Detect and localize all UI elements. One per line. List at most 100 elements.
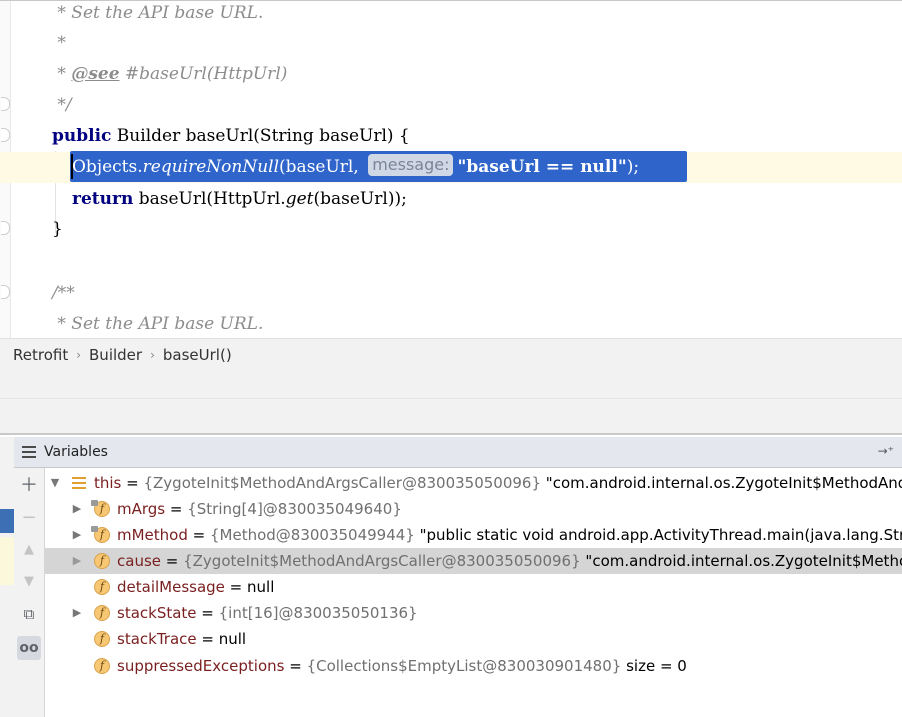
code-editor[interactable]: * Set the API base URL. * * @see #baseUr… [0, 0, 902, 339]
tree-row[interactable]: ▶ f mMethod = {Method@830035049944} "pub… [45, 522, 902, 548]
tree-row-selected[interactable]: ▶ f cause = {ZygoteInit$MethodAndArgsCal… [45, 548, 902, 574]
selected-code: Objects.requireNonNull(baseUrl, message:… [72, 152, 639, 183]
expand-down-icon[interactable]: ▼ [49, 470, 61, 496]
comment-text: * Set the API base URL. [52, 3, 264, 23]
breadcrumb-item[interactable]: baseUrl() [157, 346, 238, 364]
code-text: (baseUrl)); [313, 189, 407, 209]
comment-text: */ [52, 95, 72, 115]
tree-row[interactable]: ▶ f stackState = {int[16]@830035050136} [45, 600, 902, 626]
field-icon: f [94, 658, 110, 674]
variable-name: this [94, 474, 122, 492]
tree-row[interactable]: f stackTrace = null [45, 626, 902, 652]
field-icon: f [91, 526, 110, 543]
variable-value: size = 0 [621, 657, 687, 675]
object-ref: {ZygoteInit$MethodAndArgsCaller@83003505… [183, 552, 581, 570]
expand-right-icon[interactable]: ▶ [71, 600, 83, 626]
param-hint: message: [368, 154, 454, 176]
variable-name: mArgs [117, 500, 166, 518]
breadcrumb-item[interactable]: Builder [83, 346, 148, 364]
breadcrumb-item[interactable]: Retrofit [0, 346, 74, 364]
method-call: requireNonNull [142, 157, 280, 177]
empty-panel-area [0, 370, 902, 399]
code-line[interactable]: } [0, 214, 902, 245]
text-caret [71, 154, 73, 179]
variable-value: "com.android.internal.os.ZygoteInit$Meth… [580, 552, 902, 570]
variable-value: null [218, 630, 247, 648]
args-text: (baseUrl, [279, 157, 365, 177]
variable-entry: suppressedExceptions = {Collections$Empt… [117, 653, 687, 679]
code-line[interactable]: public Builder baseUrl(String baseUrl) { [0, 121, 902, 152]
equals: = [196, 604, 219, 622]
code-line[interactable]: /** [0, 278, 902, 309]
copy-icon[interactable]: ⧉ [17, 602, 41, 626]
field-icon: f [94, 605, 110, 621]
field-icon: f [94, 579, 110, 595]
add-watch-button[interactable]: ＋ [17, 474, 41, 498]
object-ref: {ZygoteInit$MethodAndArgsCaller@83003505… [143, 474, 542, 492]
tree-row[interactable]: ▼ this = {ZygoteInit$MethodAndArgsCaller… [45, 470, 902, 496]
code-line[interactable]: * [0, 28, 902, 59]
variable-name: suppressedExceptions [117, 657, 285, 675]
show-watches-icon[interactable]: oo [17, 636, 41, 660]
code-text: baseUrl(HttpUrl. [133, 189, 286, 209]
object-ref: {String[4]@830035049640} [187, 500, 402, 518]
variable-entry: mMethod = {Method@830035049944} "public … [117, 522, 902, 548]
breadcrumb: Retrofit › Builder › baseUrl() [0, 338, 902, 371]
variable-entry: stackState = {int[16]@830035050136} [117, 600, 418, 626]
code-line[interactable]: * Set the API base URL. [0, 1, 902, 29]
variable-name: stackTrace [117, 630, 197, 648]
variable-value: "com.android.internal.os.ZygoteInit$Meth… [541, 474, 902, 492]
variable-name: stackState [117, 604, 197, 622]
variable-name: cause [117, 552, 161, 570]
variables-toolbar: ＋ − ▲ ▼ ⧉ oo [14, 468, 45, 717]
code-line-selected[interactable]: Objects.requireNonNull(baseUrl, message:… [0, 152, 902, 183]
tree-row[interactable]: f suppressedExceptions = {Collections$Em… [45, 653, 902, 679]
equals: = [161, 552, 184, 570]
return-statement: return baseUrl(HttpUrl.get(baseUrl)); [72, 184, 407, 215]
panel-title: Variables [44, 444, 108, 460]
statement-end: ); [626, 157, 640, 177]
keyword: public [52, 126, 112, 146]
object-ref: {Collections$EmptyList@830030901480} [306, 657, 622, 675]
string-literal: "baseUrl == null" [457, 157, 627, 177]
variable-entry: mArgs = {String[4]@830035049640} [117, 496, 402, 522]
move-down-button[interactable]: ▼ [17, 570, 41, 594]
expand-right-icon[interactable]: ▶ [71, 548, 83, 574]
variable-entry: stackTrace = null [117, 626, 246, 652]
tree-row[interactable]: f detailMessage = null [45, 574, 902, 600]
method-signature: public Builder baseUrl(String baseUrl) { [52, 121, 410, 152]
chevron-right-icon: › [76, 347, 82, 362]
menu-icon[interactable] [22, 446, 36, 458]
object-ref: {Method@830035049944} [209, 526, 415, 544]
variables-tree[interactable]: ▼ this = {ZygoteInit$MethodAndArgsCaller… [45, 468, 902, 717]
tree-row[interactable]: ▶ f mArgs = {String[4]@830035049640} [45, 496, 902, 522]
variable-value: null [247, 578, 275, 596]
frame-marker[interactable] [0, 537, 14, 585]
code-line[interactable]: * Set the API base URL. [0, 309, 902, 339]
move-up-button[interactable]: ▲ [17, 538, 41, 562]
list-icon [72, 477, 86, 489]
expand-right-icon[interactable]: ▶ [71, 496, 83, 522]
equals: = [121, 474, 144, 492]
keyword: return [72, 189, 134, 209]
class-ref: Objects. [72, 157, 143, 177]
field-icon: f [91, 500, 110, 517]
comment-text: * @see #baseUrl(HttpUrl) [52, 64, 288, 84]
equals: = [284, 657, 307, 675]
expand-right-icon[interactable]: ▶ [71, 522, 83, 548]
code-line[interactable]: * @see #baseUrl(HttpUrl) [0, 59, 902, 90]
field-icon: f [94, 631, 110, 647]
chevron-right-icon: › [150, 347, 155, 362]
code-line[interactable]: return baseUrl(HttpUrl.get(baseUrl)); [0, 184, 902, 215]
variables-header: Variables →⁺ [14, 437, 902, 468]
method-call: get [285, 189, 314, 209]
comment-text: * Set the API base URL. [52, 314, 264, 334]
variable-entry: detailMessage = null [117, 574, 274, 600]
equals: = [196, 630, 219, 648]
remove-watch-button[interactable]: − [17, 506, 41, 530]
variable-value: "public static void android.app.Activity… [414, 526, 902, 544]
code-line[interactable]: */ [0, 90, 902, 121]
selected-frame-marker[interactable] [0, 509, 14, 533]
equals: = [187, 526, 210, 544]
restore-layout-icon[interactable]: →⁺ [878, 444, 894, 458]
